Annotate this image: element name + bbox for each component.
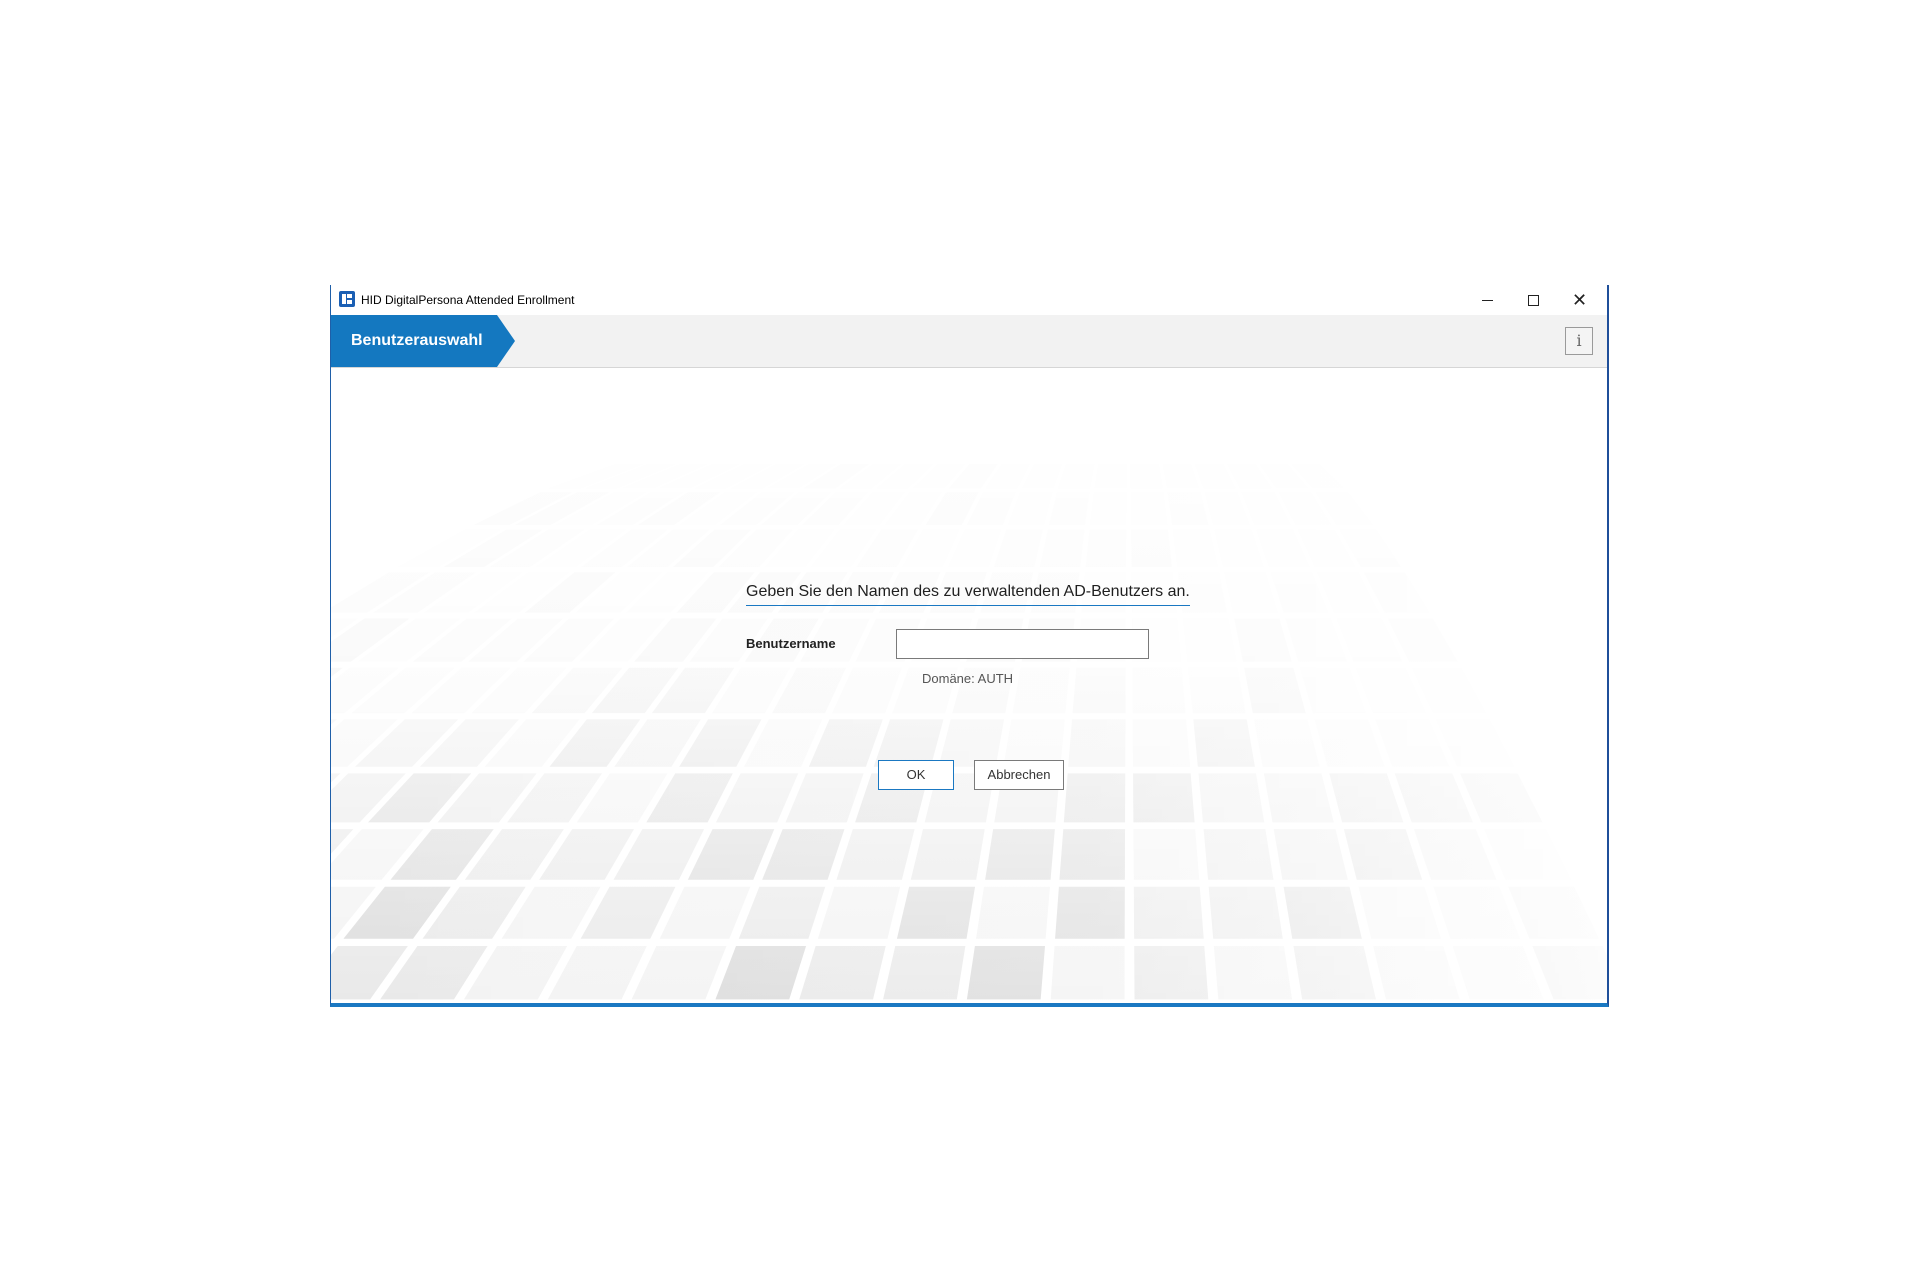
maximize-icon xyxy=(1528,295,1539,306)
app-window: HID DigitalPersona Attended Enrollment ✕… xyxy=(330,285,1609,1007)
step-header: Benutzerauswahl i xyxy=(331,315,1607,368)
ok-button[interactable]: OK xyxy=(878,760,954,790)
maximize-button[interactable] xyxy=(1510,285,1556,315)
close-icon: ✕ xyxy=(1572,290,1588,310)
username-input[interactable] xyxy=(896,629,1149,659)
info-icon: i xyxy=(1576,331,1582,350)
close-button[interactable]: ✕ xyxy=(1556,285,1602,315)
info-button[interactable]: i xyxy=(1565,327,1593,355)
step-tab-user-selection: Benutzerauswahl xyxy=(331,315,515,367)
hid-app-icon xyxy=(339,291,355,307)
window-title: HID DigitalPersona Attended Enrollment xyxy=(361,293,575,307)
minimize-icon xyxy=(1482,300,1493,301)
domain-info: Domäne: AUTH xyxy=(922,671,1014,686)
username-label: Benutzername xyxy=(746,636,836,651)
minimize-button[interactable] xyxy=(1464,285,1510,315)
title-bar[interactable]: HID DigitalPersona Attended Enrollment ✕ xyxy=(331,285,1607,315)
cancel-button[interactable]: Abbrechen xyxy=(974,760,1064,790)
step-label: Benutzerauswahl xyxy=(351,332,483,349)
instruction-heading: Geben Sie den Namen des zu verwaltenden … xyxy=(746,583,1190,606)
